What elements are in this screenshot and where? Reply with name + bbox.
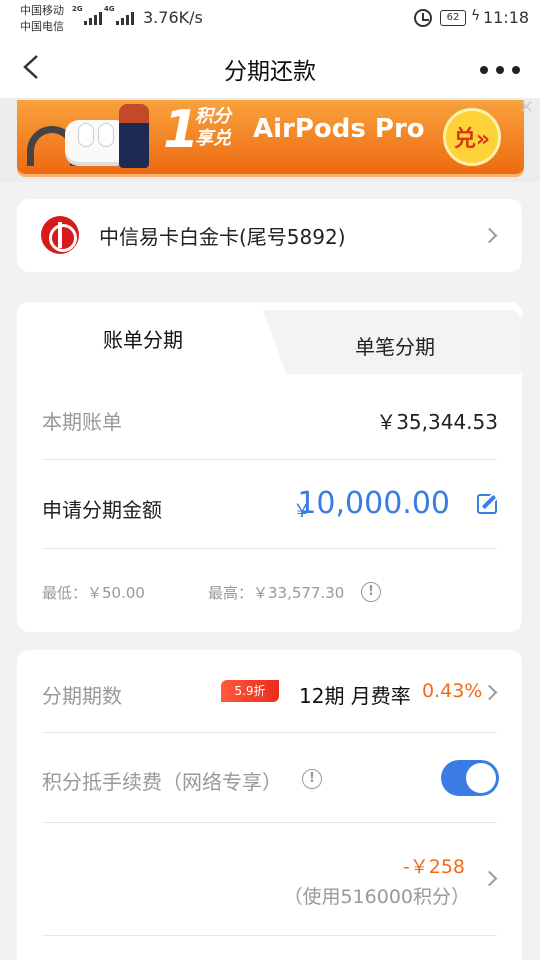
points-digit: 1 (163, 100, 200, 160)
period-value[interactable]: 12期 月费率 (299, 680, 411, 709)
edit-icon[interactable] (477, 494, 497, 514)
points-text-line1: 积分 (195, 106, 231, 127)
monthly-rate: 0.43% (422, 680, 483, 702)
current-bill-label: 本期账单 (42, 410, 122, 434)
points-text: 积分 享兑 (195, 106, 231, 150)
exchange-button[interactable]: 兑» (443, 108, 501, 166)
points-deduction-amount: -￥258 (402, 856, 465, 878)
charging-icon: ϟ (471, 8, 481, 24)
battery-icon: 62 (440, 10, 466, 26)
page-title: 分期还款 (224, 59, 316, 85)
net-type-2: 4G (104, 5, 115, 13)
alarm-icon (414, 9, 432, 27)
chevron-right-icon[interactable] (481, 870, 498, 887)
points-fee-label: 积分抵手续费（网络专享） (42, 770, 282, 794)
points-text-line2: 享兑 (195, 128, 231, 149)
carrier-labels: 中国移动 中国电信 (20, 3, 64, 35)
apply-amount-label: 申请分期金额 (42, 498, 162, 522)
close-icon[interactable]: × (519, 98, 534, 117)
carrier-2: 中国电信 (20, 20, 64, 33)
periods-label: 分期期数 (42, 684, 122, 708)
more-dots-icon[interactable] (480, 66, 520, 74)
min-amount: 最低：￥50.00 (42, 584, 145, 602)
card-selector[interactable]: 中信易卡白金卡(尾号5892) (17, 199, 522, 272)
clock: 11:18 (483, 8, 530, 27)
nav-bar: 分期还款 (0, 40, 540, 98)
citic-logo-icon (41, 216, 79, 254)
info-icon[interactable]: ! (361, 582, 381, 602)
discount-badge: 5.9折 (221, 680, 279, 702)
installment-options-panel: 分期期数 5.9折 12期 月费率 0.43% 积分抵手续费（网络专享） ! -… (17, 650, 522, 960)
chevron-right-icon (481, 227, 498, 244)
blender-image (119, 104, 149, 168)
info-icon[interactable]: ! (302, 769, 322, 789)
signal-icon-1: 2G (72, 5, 102, 25)
apply-amount-input[interactable]: 10,000.00 (297, 486, 450, 521)
tab-bar: 账单分期 单笔分期 (17, 302, 522, 376)
points-fee-toggle[interactable] (441, 760, 499, 796)
network-speed: 3.76K/s (143, 8, 203, 27)
promo-banner-card[interactable]: 1 积分 享兑 AirPods Pro 兑» (17, 100, 524, 174)
status-bar: 中国移动 中国电信 2G 4G 3.76K/s 62 ϟ 11:18 (0, 0, 540, 40)
tab-bill-installment[interactable]: 账单分期 (103, 324, 183, 353)
net-type-1: 2G (72, 5, 83, 13)
installment-panel: 账单分期 单笔分期 本期账单 ￥35,344.53 申请分期金额 ￥ 10,00… (17, 302, 522, 632)
card-name: 中信易卡白金卡(尾号5892) (99, 225, 346, 249)
tab-single-installment[interactable]: 单笔分期 (355, 331, 435, 360)
current-bill-amount: ￥35,344.53 (376, 410, 498, 434)
promo-banner[interactable]: 1 积分 享兑 AirPods Pro 兑» × (0, 98, 540, 182)
product-name: AirPods Pro (253, 114, 425, 144)
max-amount: 最高：￥33,577.30 (208, 584, 345, 602)
chevron-right-icon[interactable] (481, 684, 498, 701)
carrier-1: 中国移动 (20, 4, 64, 17)
signal-icon-2: 4G (104, 5, 134, 25)
points-used: （使用516000积分） (283, 886, 470, 908)
